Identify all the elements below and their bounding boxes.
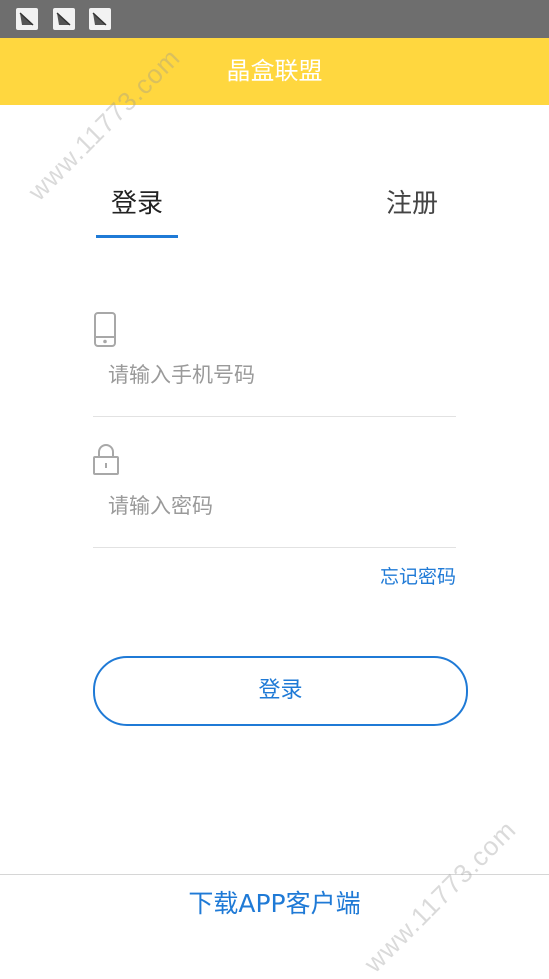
notification-icon — [89, 8, 111, 30]
tab-register[interactable]: 注册 — [372, 184, 452, 224]
footer-divider — [0, 874, 549, 875]
app-header: 晶盒联盟 — [0, 38, 549, 105]
phone-icon — [93, 312, 117, 352]
download-app-link[interactable]: 下载APP客户端 — [0, 884, 549, 924]
tab-login[interactable]: 登录 — [96, 184, 178, 224]
status-bar — [0, 0, 549, 38]
notification-icon — [16, 8, 38, 30]
active-tab-indicator — [96, 235, 178, 238]
forgot-password-link[interactable]: 忘记密码 — [330, 563, 456, 591]
app-title: 晶盒联盟 — [226, 57, 323, 85]
lock-icon — [93, 444, 119, 480]
notification-icon — [53, 8, 75, 30]
login-button[interactable]: 登录 — [93, 656, 468, 726]
password-divider — [93, 547, 456, 548]
phone-divider — [93, 416, 456, 417]
phone-number-input[interactable] — [96, 357, 458, 393]
password-input[interactable] — [96, 488, 458, 524]
